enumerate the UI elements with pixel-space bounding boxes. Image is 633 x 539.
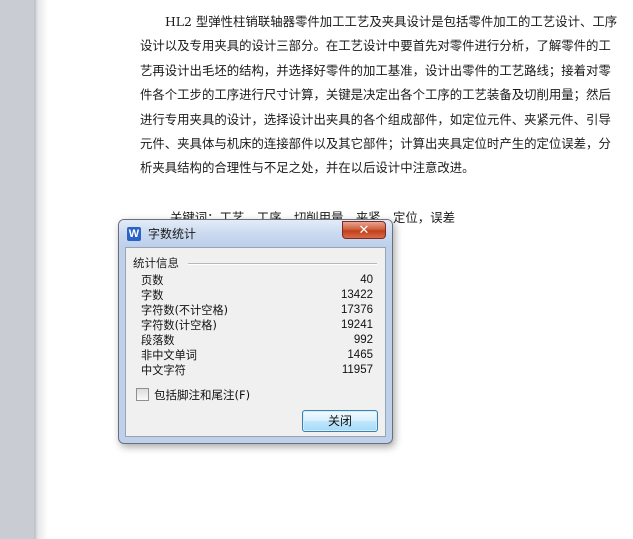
doc-line: 进行专用夹具的设计，选择设计出夹具的各个组成部件，如定位元件、夹紧元件、引导: [140, 111, 611, 127]
stat-row-words: 字数 13422: [141, 288, 373, 303]
word-window: HL2 型弹性柱销联轴器零件加工工艺及夹具设计是包括零件加工的工艺设计、工序 设…: [0, 0, 633, 539]
dialog-titlebar[interactable]: W 字数统计 ✕: [119, 220, 392, 247]
wps-writer-icon: W: [127, 227, 141, 241]
doc-line: 析夹具结构的合理性与不足之处，并在以后设计中注意改进。: [140, 160, 475, 176]
doc-line: 件各个工步的工序进行尺寸计算，关键是决定出各个工序的工艺装备及切削用量；然后: [140, 87, 611, 103]
stat-label: 段落数: [141, 334, 175, 347]
stat-label: 非中文单词: [141, 349, 197, 362]
include-footnotes-label: 包括脚注和尾注(F): [154, 388, 251, 402]
group-divider: [188, 263, 377, 265]
include-footnotes-checkbox[interactable]: [136, 388, 149, 401]
stat-label: 字数: [141, 289, 164, 302]
stat-row-paragraphs: 段落数 992: [141, 333, 373, 348]
doc-line: 元件、夹具体与机床的连接部件以及其它部件；计算出夹具定位时产生的定位误差，分: [140, 135, 611, 151]
include-footnotes-option[interactable]: 包括脚注和尾注(F): [136, 388, 250, 403]
doc-line: 设计以及专用夹具的设计三部分。在工艺设计中要首先对零件进行分析，了解零件的工: [140, 38, 611, 54]
stat-row-pages: 页数 40: [141, 273, 373, 288]
stats-list: 页数 40 字数 13422 字符数(不计空格) 17376 字符数(计空格) …: [141, 273, 373, 378]
stat-value: 13422: [341, 289, 373, 301]
stat-row-non-chinese-words: 非中文单词 1465: [141, 348, 373, 363]
doc-line: 艺再设计出毛坯的结构，并选择好零件的加工基准，设计出零件的工艺路线；接着对零: [140, 62, 611, 78]
stat-value: 992: [353, 334, 373, 346]
stat-label: 字符数(计空格): [141, 319, 217, 332]
group-label: 统计信息: [133, 255, 183, 271]
close-icon[interactable]: ✕: [342, 221, 386, 239]
stat-value: 40: [360, 274, 373, 286]
stat-row-chinese-chars: 中文字符 11957: [141, 363, 373, 378]
stat-label: 中文字符: [141, 364, 186, 377]
dialog-title: 字数统计: [148, 227, 197, 241]
close-button[interactable]: 关闭: [302, 410, 378, 432]
stat-label: 字符数(不计空格): [141, 304, 229, 317]
stat-row-chars-no-spaces: 字符数(不计空格) 17376: [141, 303, 373, 318]
dialog-client: 统计信息 页数 40 字数 13422 字符数(不计空格) 17376 字符数(…: [125, 247, 386, 437]
left-gutter: [0, 0, 34, 539]
word-count-dialog: W 字数统计 ✕ 统计信息 页数 40 字数 13422 字符数(不计空格) 1…: [118, 219, 393, 444]
document-body[interactable]: HL2 型弹性柱销联轴器零件加工工艺及夹具设计是包括零件加工的工艺设计、工序 设…: [140, 10, 626, 230]
doc-line: HL2 型弹性柱销联轴器零件加工工艺及夹具设计是包括零件加工的工艺设计、工序: [165, 14, 618, 29]
stat-value: 17376: [341, 304, 373, 316]
stat-value: 19241: [341, 319, 373, 331]
stat-label: 页数: [141, 274, 164, 287]
stat-row-chars-with-spaces: 字符数(计空格) 19241: [141, 318, 373, 333]
stat-value: 1465: [347, 349, 373, 361]
page-edge: [34, 0, 48, 539]
stat-value: 11957: [341, 364, 373, 376]
